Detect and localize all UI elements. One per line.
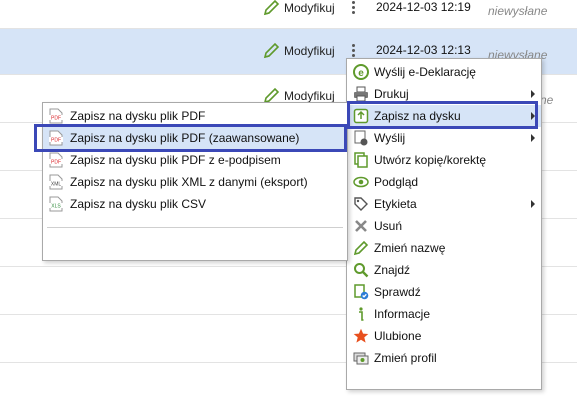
svg-text:e: e <box>358 68 364 79</box>
menu-item-label: Zmień profil <box>374 351 437 365</box>
menu-item-label: Wyślij e-Deklarację <box>374 65 476 79</box>
submenu-separator <box>47 227 343 228</box>
callout-save-pdf-advanced <box>34 124 347 152</box>
copy-icon <box>354 152 368 168</box>
pencil-icon <box>263 42 280 59</box>
menu-item-label: Zmień nazwę <box>374 241 446 255</box>
row-date: 2024-12-03 12:19 <box>376 0 471 14</box>
file-badge: PDF <box>51 116 61 122</box>
pencil-icon <box>353 240 369 256</box>
xls-file-icon: XLS <box>49 196 63 212</box>
check-document-icon <box>354 284 369 300</box>
e-declaration-icon: e <box>353 64 369 80</box>
menu-item-label: Usuń <box>374 219 403 233</box>
submenu-arrow-icon <box>531 200 535 208</box>
star-icon <box>353 328 369 343</box>
row-divider <box>0 28 577 29</box>
menu-item-label: Sprawdź <box>374 285 421 299</box>
eye-icon <box>353 176 369 188</box>
menu-item-label: Drukuj <box>374 87 409 101</box>
submenu-item-save-csv[interactable]: XLS Zapisz na dysku plik CSV <box>43 193 347 215</box>
menu-item-change-profile[interactable]: Zmień profil <box>347 347 541 369</box>
menu-item-label: Podgląd <box>374 175 419 189</box>
tag-icon <box>354 197 368 211</box>
modify-button[interactable]: Modyfikuj <box>262 42 335 60</box>
modify-label: Modyfikuj <box>284 1 335 15</box>
menu-item-favorites[interactable]: Ulubione <box>347 325 541 347</box>
menu-item-rename[interactable]: Zmień nazwę <box>347 237 541 259</box>
menu-item-preview[interactable]: Podgląd <box>347 171 541 193</box>
printer-icon <box>354 86 368 102</box>
menu-item-label: Etykieta <box>374 197 417 211</box>
menu-item-label: Wyślij <box>374 131 406 145</box>
row-status-partial: ne <box>540 93 554 107</box>
pdf-file-icon: PDF <box>49 152 63 168</box>
file-badge: XLS <box>51 204 61 210</box>
modify-button[interactable]: Modyfikuj <box>262 0 335 17</box>
menu-item-label: Informacje <box>374 307 431 321</box>
submenu-item-label: Zapisz na dysku plik XML z danymi (ekspo… <box>70 175 308 189</box>
menu-item-create-copy[interactable]: Utwórz kopię/korektę <box>347 149 541 171</box>
menu-item-label: Znajdź <box>374 263 411 277</box>
submenu-item-label: Zapisz na dysku plik PDF z e-podpisem <box>70 153 281 167</box>
row-menu-button[interactable] <box>352 44 356 59</box>
xml-file-icon: XML <box>49 174 63 190</box>
submenu-item-label: Zapisz na dysku plik PDF <box>70 109 206 123</box>
magnifier-icon <box>354 263 369 278</box>
callout-save-to-disk <box>347 101 538 129</box>
modify-label: Modyfikuj <box>284 44 335 58</box>
menu-item-label: Utwórz kopię/korektę <box>374 153 487 167</box>
menu-item-label-tag[interactable]: Etykieta <box>347 193 541 215</box>
menu-item-delete[interactable]: Usuń <box>347 215 541 237</box>
row-menu-button[interactable] <box>352 1 356 16</box>
menu-item-label: Ulubione <box>374 329 422 343</box>
menu-item-find[interactable]: Znajdź <box>347 259 541 281</box>
row-date: 2024-12-03 12:13 <box>376 43 471 57</box>
menu-item-send-e-declaration[interactable]: e Wyślij e-Deklarację <box>347 61 541 83</box>
modify-label: Modyfikuj <box>284 89 335 103</box>
info-icon <box>359 307 364 321</box>
row-status: niewysłane <box>488 4 548 18</box>
submenu-arrow-icon <box>531 134 535 142</box>
submenu-item-save-pdf-esignature[interactable]: PDF Zapisz na dysku plik PDF z e-podpise… <box>43 149 347 171</box>
menu-item-send[interactable]: Wyślij <box>347 127 541 149</box>
file-badge: PDF <box>51 160 61 166</box>
file-badge: XML <box>51 182 62 188</box>
submenu-arrow-icon <box>531 90 535 98</box>
menu-item-check[interactable]: Sprawdź <box>347 281 541 303</box>
submenu-item-label: Zapisz na dysku plik CSV <box>70 197 207 211</box>
pdf-file-icon: PDF <box>49 108 63 124</box>
profile-icon <box>353 352 369 365</box>
menu-item-information[interactable]: Informacje <box>347 303 541 325</box>
pencil-icon <box>263 0 280 16</box>
submenu-item-save-xml[interactable]: XML Zapisz na dysku plik XML z danymi (e… <box>43 171 347 193</box>
send-icon <box>354 130 368 146</box>
delete-x-icon <box>355 220 367 232</box>
